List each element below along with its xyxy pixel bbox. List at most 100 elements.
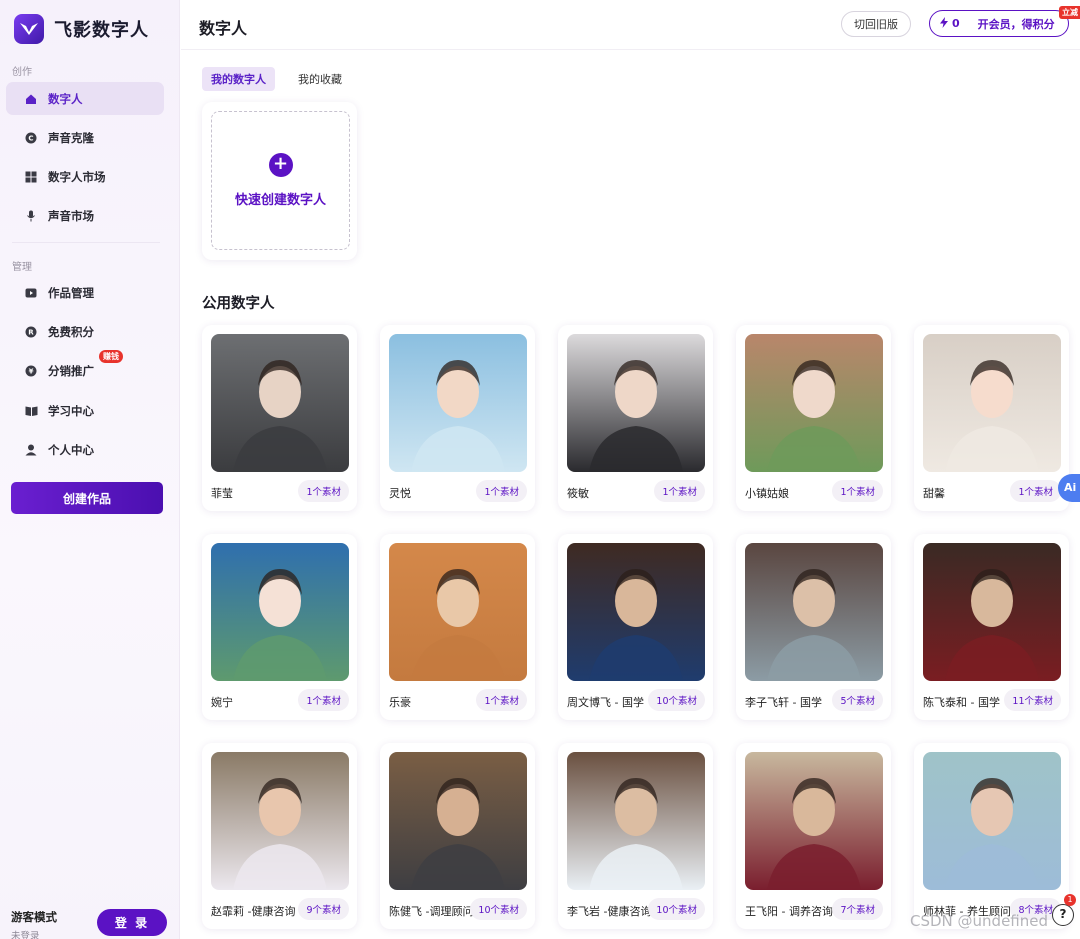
avatar-card[interactable]: 菲莹 1个素材 [202,325,357,511]
avatar-photo[interactable] [923,752,1061,890]
material-count-badge: 1个素材 [298,689,349,711]
avatar-name: 李飞岩 -健康咨询 [567,905,652,918]
material-count-badge: 5个素材 [832,689,883,711]
avatar-card[interactable]: 筱敏 1个素材 [558,325,713,511]
sidebar-item-voice-clone[interactable]: C 声音克隆 [6,121,164,154]
help-notification-badge: 1 [1064,894,1076,906]
avatar-name: 李子飞轩 - 国学 [745,696,822,709]
avatar-name: 周文博飞 - 国学 [567,696,644,709]
app-name: 飞影数字人 [54,20,149,41]
avatar-card[interactable]: 婉宁 1个素材 [202,534,357,720]
sidebar-item-digital-market[interactable]: 数字人市场 [6,160,164,193]
avatar-photo[interactable] [389,543,527,681]
sidebar-item-label: 数字人市场 [48,169,106,184]
home-icon [24,92,38,106]
help-button[interactable]: ? [1052,904,1074,926]
sidebar-item-label: 声音市场 [48,208,94,223]
plus-icon: + [268,153,293,177]
sidebar-item-voice-market[interactable]: 声音市场 [6,199,164,232]
avatar-card[interactable]: 灵悦 1个素材 [380,325,535,511]
avatar-card[interactable]: 王飞阳 - 调养咨询 7个素材 [736,743,891,929]
avatar-name: 小镇姑娘 [745,487,789,500]
play-icon [24,286,38,300]
avatar-name: 赵霏莉 -健康咨询 [211,905,296,918]
avatar-card[interactable]: 赵霏莉 -健康咨询 9个素材 [202,743,357,929]
watermark: CSDN @undefined [910,912,1049,930]
sidebar-item-label: 分销推广 [48,363,94,378]
avatar-photo[interactable] [211,543,349,681]
sidebar-item-label: 数字人 [48,91,83,106]
guest-status: 未登录 [11,931,40,939]
quick-create-area[interactable]: + 快速创建数字人 [211,111,350,250]
avatar-photo[interactable] [567,543,705,681]
avatar-card[interactable]: 小镇姑娘 1个素材 [736,325,891,511]
vip-points-button[interactable]: 0 开会员，得积分 [929,10,1069,37]
earn-badge: 赚钱 [99,350,123,363]
avatar-photo[interactable] [923,543,1061,681]
grid-icon [24,170,38,184]
avatar-photo[interactable] [211,334,349,472]
sidebar-item-label: 作品管理 [48,285,94,300]
material-count-badge: 9个素材 [298,898,349,920]
material-count-badge: 1个素材 [654,480,705,502]
tab-my-digital-human[interactable]: 我的数字人 [202,67,275,91]
avatar-photo[interactable] [745,334,883,472]
public-avatars-title: 公用数字人 [202,296,275,312]
svg-text:¥: ¥ [29,367,34,375]
section-manage-label: 管理 [12,262,32,273]
avatar-photo[interactable] [211,752,349,890]
avatar-photo[interactable] [745,752,883,890]
guest-info: 游客模式 未登录 [11,909,57,939]
material-count-badge: 1个素材 [832,480,883,502]
user-icon [24,443,38,457]
avatar-card[interactable]: 师林菲 - 养生顾问 8个素材 [914,743,1069,929]
avatar-photo[interactable] [567,334,705,472]
avatar-card[interactable]: 乐豪 1个素材 [380,534,535,720]
material-count-badge: 10个素材 [648,898,705,920]
avatar-photo[interactable] [389,334,527,472]
login-button[interactable]: 登 录 [97,909,167,936]
avatar-card[interactable]: 周文博飞 - 国学 10个素材 [558,534,713,720]
ai-assistant-button[interactable]: Ai [1058,474,1080,502]
avatar-name: 甜馨 [923,487,945,500]
section-create-label: 创作 [12,67,32,78]
switch-old-version-button[interactable]: 切回旧版 [841,11,911,37]
material-count-badge: 10个素材 [648,689,705,711]
sidebar: 飞影数字人 创作 数字人 C 声音克隆 数字人市场 声音市场 管理 作品管理 R… [0,0,180,939]
quick-create-label: 快速创建数字人 [234,193,326,208]
avatar-name: 乐豪 [389,696,411,709]
material-count-badge: 7个素材 [832,898,883,920]
avatar-card[interactable]: 李飞岩 -健康咨询 10个素材 [558,743,713,929]
avatar-photo[interactable] [745,543,883,681]
sidebar-item-digital-human[interactable]: 数字人 [6,82,164,115]
avatar-name: 灵悦 [389,487,411,500]
sidebar-item-label: 学习中心 [48,403,94,418]
logo-icon [14,14,44,44]
book-icon [24,404,38,418]
sidebar-item-free-points[interactable]: R 免费积分 [6,315,164,348]
sidebar-item-profile[interactable]: 个人中心 [6,433,164,466]
microphone-icon [24,209,38,223]
avatar-card[interactable]: 李子飞轩 - 国学 5个素材 [736,534,891,720]
avatar-card[interactable]: 甜馨 1个素材 [914,325,1069,511]
discount-tag: 立减 [1059,6,1080,19]
quick-create-card[interactable]: + 快速创建数字人 [202,102,357,260]
tab-my-favorites[interactable]: 我的收藏 [289,67,351,91]
copyright-icon: C [24,131,38,145]
svg-text:C: C [28,134,33,142]
page-title: 数字人 [199,19,248,38]
sidebar-item-works[interactable]: 作品管理 [6,276,164,309]
avatar-card[interactable]: 陈飞泰和 - 国学 11个素材 [914,534,1069,720]
points-count: 0 [952,17,960,30]
sidebar-item-promotion[interactable]: ¥ 分销推广 赚钱 [6,350,164,387]
create-work-button[interactable]: 创建作品 [11,482,163,514]
sidebar-item-learning[interactable]: 学习中心 [6,394,164,427]
avatar-photo[interactable] [567,752,705,890]
guest-title: 游客模式 [11,910,57,924]
avatar-photo[interactable] [389,752,527,890]
avatar-name: 筱敏 [567,487,589,500]
avatar-card[interactable]: 陈健飞 -调理顾问 10个素材 [380,743,535,929]
avatar-photo[interactable] [923,334,1061,472]
material-count-badge: 11个素材 [1004,689,1061,711]
app-logo[interactable]: 飞影数字人 [14,14,149,44]
